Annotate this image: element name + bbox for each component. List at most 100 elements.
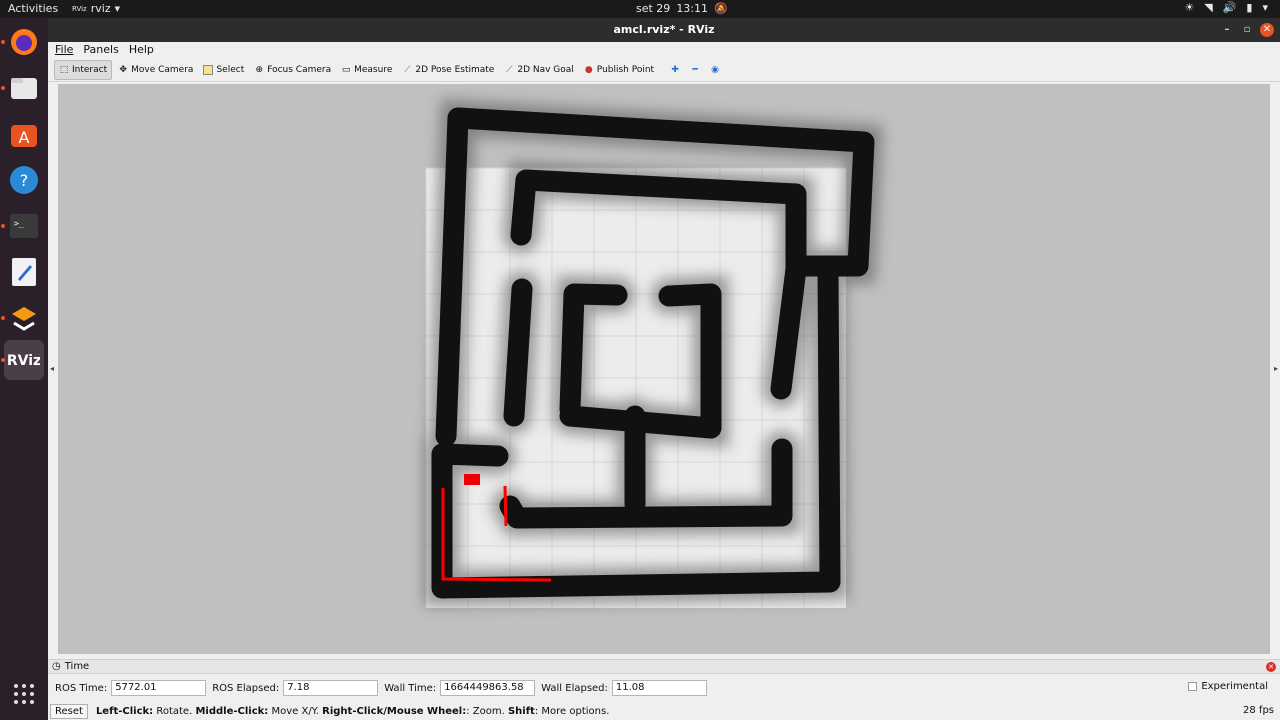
- hint-left-click: Left-Click:: [95, 705, 154, 717]
- eye-icon: ◉: [711, 64, 720, 75]
- tool-label: 2D Nav Goal: [517, 64, 574, 75]
- experimental-checkbox[interactable]: [1188, 682, 1198, 691]
- close-button[interactable]: ✕: [1260, 23, 1274, 37]
- fps-counter: 28 fps: [1243, 705, 1274, 716]
- 3d-viewport[interactable]: [58, 84, 1270, 654]
- brightness-icon: ☀: [1184, 1, 1195, 14]
- clock-icon: ◷: [52, 661, 61, 672]
- ruler-icon: ▭: [341, 64, 351, 75]
- rviz-launcher[interactable]: RViz: [4, 340, 44, 380]
- tool-label: 2D Pose Estimate: [415, 64, 495, 75]
- menu-panels[interactable]: Panels: [83, 42, 118, 58]
- menu-help[interactable]: Help: [129, 42, 154, 58]
- tool-focus-camera[interactable]: ⊕ Focus Camera: [250, 60, 335, 80]
- select-icon: [203, 64, 214, 75]
- running-indicator: [1, 86, 5, 90]
- system-tray[interactable]: ☀ ◥ 🔊 ▮ ▾: [1184, 1, 1268, 14]
- rviz-small-icon: RViz: [72, 4, 87, 13]
- experimental-toggle[interactable]: Experimental: [1188, 681, 1268, 692]
- right-panel-toggle-icon[interactable]: ▸: [1274, 364, 1278, 373]
- experimental-label: Experimental: [1201, 681, 1268, 692]
- show-apps-button[interactable]: [4, 674, 44, 714]
- tool-move-camera[interactable]: ✥ Move Camera: [114, 60, 197, 80]
- app-store-icon: A: [11, 125, 37, 147]
- clock-date: set 29: [636, 2, 671, 15]
- tool-label: Measure: [354, 64, 393, 75]
- ros-elapsed-field[interactable]: 7.18: [283, 680, 379, 696]
- files-launcher[interactable]: [4, 68, 44, 108]
- activities-button[interactable]: Activities: [8, 2, 58, 15]
- tool-interact[interactable]: ⬚ Interact: [54, 59, 113, 80]
- hint-middle-click: Middle-Click:: [195, 705, 269, 717]
- running-indicator: [1, 316, 5, 320]
- power-menu-icon: ▾: [1262, 1, 1268, 14]
- help-icon: ?: [10, 166, 38, 194]
- add-tool-button[interactable]: ✚: [666, 60, 684, 80]
- battery-icon: ▮: [1246, 1, 1253, 14]
- top-bar: Activities RViz rviz ▼ set 29 13:11 🔕 ☀ …: [0, 0, 1280, 18]
- ros-elapsed-label: ROS Elapsed:: [212, 682, 280, 694]
- running-indicator: [1, 358, 5, 362]
- time-fields: ROS Time: 5772.01 ROS Elapsed: 7.18 Wall…: [55, 679, 713, 697]
- view-tool-button[interactable]: ◉: [706, 60, 724, 80]
- app-grid-icon: [14, 684, 34, 704]
- tool-measure[interactable]: ▭ Measure: [337, 60, 396, 80]
- occupancy-map: [424, 98, 883, 608]
- tool-publish-point[interactable]: ● Publish Point: [580, 60, 658, 80]
- tool-select[interactable]: Select: [199, 60, 248, 80]
- tool-2d-pose-estimate[interactable]: ⟋ 2D Pose Estimate: [398, 60, 498, 80]
- wall-elapsed-label: Wall Elapsed:: [541, 682, 608, 694]
- app-menu-label: rviz: [90, 2, 111, 15]
- text-editor-launcher[interactable]: [4, 252, 44, 292]
- bell-off-icon: 🔕: [714, 2, 728, 15]
- wifi-icon: ◥: [1204, 1, 1213, 14]
- nav-goal-arrow-icon: ⟋: [506, 64, 513, 75]
- hint-shift: Shift: [507, 705, 535, 717]
- robot-marker: [464, 474, 480, 485]
- maximize-button[interactable]: ▫: [1240, 23, 1254, 37]
- firefox-launcher[interactable]: [4, 22, 44, 62]
- time-panel-header: ◷ Time: [48, 660, 1280, 674]
- layers-launcher[interactable]: [4, 298, 44, 338]
- tool-2d-nav-goal[interactable]: ⟋ 2D Nav Goal: [500, 60, 577, 80]
- left-panel-toggle-icon[interactable]: ◂: [50, 364, 54, 373]
- plus-icon: ✚: [671, 64, 679, 75]
- hint-right-click: Right-Click/Mouse Wheel:: [322, 705, 467, 717]
- tool-label: Select: [216, 64, 245, 75]
- window-title: amcl.rviz* - RViz: [613, 23, 715, 36]
- reset-button[interactable]: Reset: [50, 703, 88, 719]
- app-center-launcher[interactable]: A: [4, 114, 44, 154]
- wall-time-label: Wall Time:: [384, 682, 437, 694]
- tool-label: Publish Point: [596, 64, 655, 75]
- help-launcher[interactable]: ?: [4, 160, 44, 200]
- clock[interactable]: set 29 13:11 🔕: [636, 2, 728, 15]
- wall-time-field[interactable]: 1664449863.58: [440, 680, 536, 696]
- remove-tool-button[interactable]: ━: [686, 60, 704, 80]
- ros-time-label: ROS Time:: [55, 682, 108, 694]
- pose-arrow-icon: ⟋: [404, 64, 411, 75]
- title-bar[interactable]: amcl.rviz* - RViz – ▫ ✕: [48, 18, 1280, 42]
- ros-time-field[interactable]: 5772.01: [111, 680, 207, 696]
- layers-icon: [12, 307, 36, 331]
- volume-icon: 🔊: [1222, 1, 1237, 14]
- time-panel-close-button[interactable]: ✕: [1266, 662, 1276, 672]
- hint-shift-text: : More options.: [534, 705, 610, 717]
- tool-label: Interact: [72, 64, 108, 75]
- app-menu[interactable]: RViz rviz ▼: [72, 2, 120, 15]
- menu-file[interactable]: File: [55, 42, 73, 58]
- terminal-launcher[interactable]: >_: [4, 206, 44, 246]
- minus-icon: ━: [692, 64, 698, 75]
- dock: A ? >_ RViz: [0, 18, 48, 720]
- text-editor-icon: [12, 258, 36, 286]
- tool-label: Move Camera: [131, 64, 194, 75]
- menu-bar: File Panels Help: [48, 42, 1280, 58]
- svg-text:RViz: RViz: [8, 353, 40, 369]
- wall-elapsed-field[interactable]: 11.08: [611, 680, 707, 696]
- running-indicator: [1, 224, 5, 228]
- hint-left-click-text: Rotate.: [156, 705, 193, 717]
- svg-text:?: ?: [20, 171, 29, 190]
- minimize-button[interactable]: –: [1220, 23, 1234, 37]
- status-bar: Reset Left-Click: Rotate. Middle-Click: …: [48, 702, 1280, 720]
- tool-label: Focus Camera: [267, 64, 332, 75]
- rviz-icon: RViz: [8, 353, 40, 369]
